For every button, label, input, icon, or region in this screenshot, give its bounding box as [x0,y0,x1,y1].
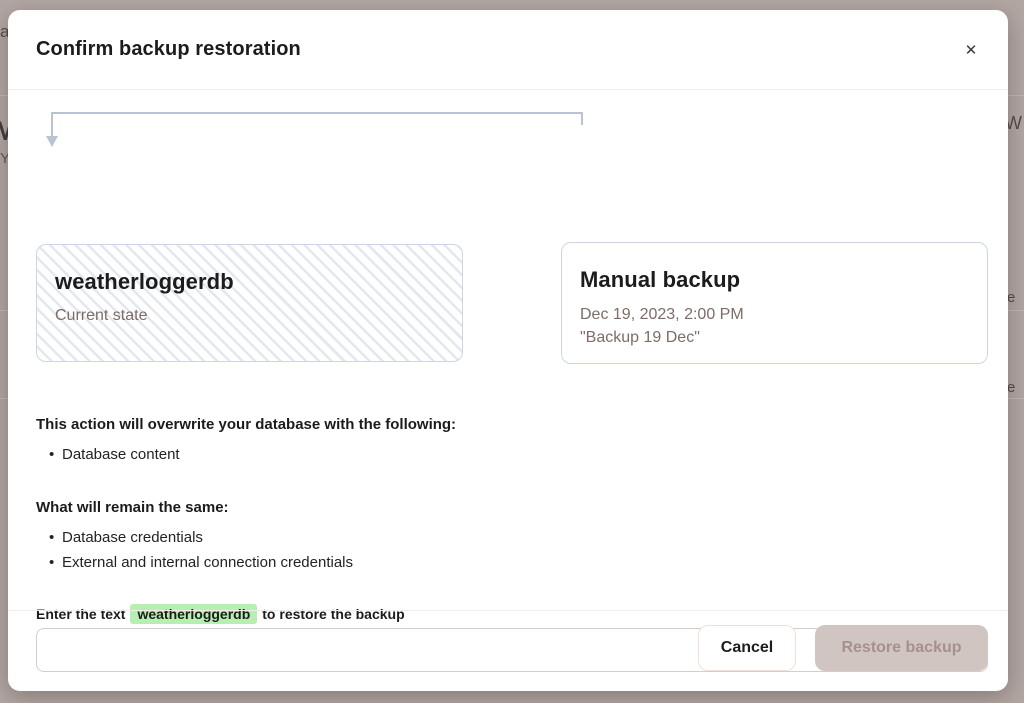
current-state-card: weatherloggerdb Current state [36,244,463,362]
background-text-fragment: e [1007,289,1015,306]
manual-backup-card: Manual backup Dec 19, 2023, 2:00 PM "Bac… [561,242,988,364]
background-text-fragment: e [1007,379,1015,396]
database-name: weatherloggerdb [55,269,444,295]
dialog-footer: Cancel Restore backup [8,610,1008,691]
close-icon[interactable]: ✕ [956,35,986,65]
backup-title: Manual backup [580,267,969,293]
dialog-title: Confirm backup restoration [36,38,301,61]
restore-direction-arrow [8,90,628,160]
cancel-button[interactable]: Cancel [698,625,796,671]
backup-details: Dec 19, 2023, 2:00 PM "Backup 19 Dec" [580,303,969,349]
list-item: External and internal connection credent… [36,550,980,575]
dialog-body: weatherloggerdb Current state Manual bac… [8,90,1008,610]
backup-name: "Backup 19 Dec" [580,326,969,349]
restore-backup-button[interactable]: Restore backup [815,625,988,671]
remain-list: Database credentials External and intern… [36,525,980,575]
overwrite-heading: This action will overwrite your database… [36,416,980,433]
backup-timestamp: Dec 19, 2023, 2:00 PM [580,303,969,326]
confirm-backup-restoration-dialog: Confirm backup restoration ✕ weatherlogg… [8,10,1008,691]
dialog-header: Confirm backup restoration ✕ [8,10,1008,90]
remain-section: What will remain the same: Database cred… [36,499,980,575]
overwrite-list: Database content [36,442,980,467]
list-item: Database credentials [36,525,980,550]
remain-heading: What will remain the same: [36,499,980,516]
overwrite-section: This action will overwrite your database… [36,416,980,467]
list-item: Database content [36,442,980,467]
current-state-label: Current state [55,307,444,325]
